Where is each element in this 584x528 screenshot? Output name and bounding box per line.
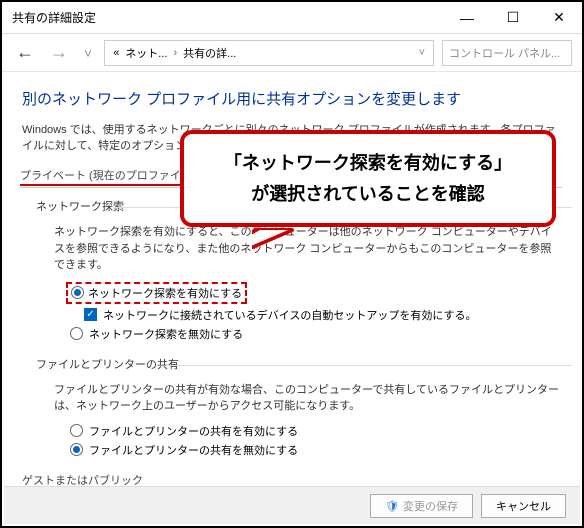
row-auto-setup: ✓ ネットワークに接続されているデバイスの自動セットアップを有効にする。 — [70, 307, 562, 323]
radio-printer-off[interactable] — [70, 443, 83, 456]
label-printer-off: ファイルとプリンターの共有を無効にする — [89, 442, 298, 458]
radio-discovery-off[interactable] — [70, 327, 83, 340]
callout-line1: 「ネットワーク探索を有効にする」 — [196, 148, 540, 179]
up-button[interactable]: ˅ — [80, 45, 96, 61]
shield-icon: 🛡 — [385, 501, 399, 513]
label-auto-setup: ネットワークに接続されているデバイスの自動セットアップを有効にする。 — [103, 307, 476, 323]
breadcrumb[interactable]: « ネット... › 共有の詳... ˅ — [104, 40, 434, 66]
save-button[interactable]: 🛡変更の保存 — [370, 494, 473, 518]
radio-discovery-on[interactable] — [71, 286, 84, 299]
checkbox-auto-setup[interactable]: ✓ — [84, 308, 97, 321]
row-printer-off: ファイルとプリンターの共有を無効にする — [70, 442, 562, 458]
search-input[interactable]: コントロール パネル... — [442, 40, 572, 66]
row-discovery-off: ネットワーク探索を無効にする — [70, 326, 562, 342]
group-title-printer: ファイルとプリンターの共有 — [36, 356, 562, 374]
window-title: 共有の詳細設定 — [12, 9, 444, 26]
page-heading: 別のネットワーク プロファイル用に共有オプションを変更します — [22, 88, 562, 109]
label-discovery-off: ネットワーク探索を無効にする — [89, 326, 243, 342]
radio-printer-on[interactable] — [70, 424, 83, 437]
cancel-button[interactable]: キャンセル — [481, 494, 566, 518]
label-printer-on: ファイルとプリンターの共有を有効にする — [89, 423, 298, 439]
crumb-network[interactable]: ネット... — [125, 45, 167, 61]
annotation-callout: 「ネットワーク探索を有効にする」 が選択されていることを確認 — [180, 130, 556, 227]
forward-button[interactable]: → — [46, 42, 72, 63]
footer: 🛡変更の保存 キャンセル — [4, 486, 580, 524]
back-button[interactable]: ← — [12, 42, 38, 63]
titlebar: 共有の詳細設定 — ☐ ✕ — [2, 2, 582, 34]
group-file-printer: ファイルとプリンターの共有 ファイルとプリンターの共有が有効な場合、このコンピュ… — [36, 356, 562, 458]
label-discovery-on: ネットワーク探索を有効にする — [88, 285, 242, 301]
maximize-button[interactable]: ☐ — [490, 2, 536, 34]
close-button[interactable]: ✕ — [536, 2, 582, 34]
callout-line2: が選択されていることを確認 — [196, 179, 540, 210]
row-printer-on: ファイルとプリンターの共有を有効にする — [70, 423, 562, 439]
crumb-sharing[interactable]: 共有の詳... — [183, 45, 236, 61]
minimize-button[interactable]: — — [444, 2, 490, 34]
group-desc-printer: ファイルとプリンターの共有が有効な場合、このコンピューターで共有しているファイル… — [54, 382, 562, 415]
nav-row: ← → ˅ « ネット... › 共有の詳... ˅ コントロール パネル... — [2, 34, 582, 72]
